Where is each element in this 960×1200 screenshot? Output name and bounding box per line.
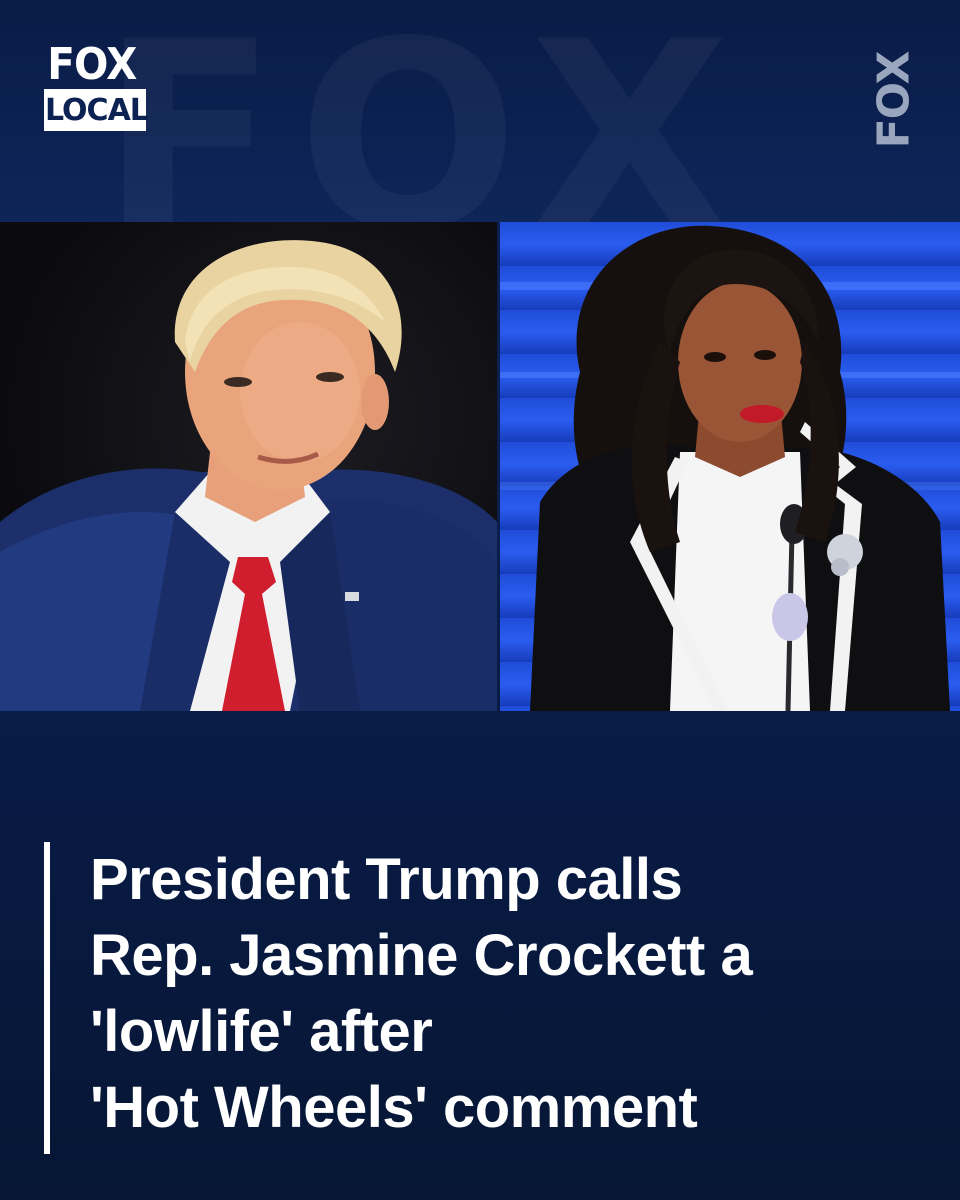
news-card: FOX FOX LOCAL FOX: [0, 0, 960, 1200]
headline-line-2: Rep. Jasmine Crockett a: [90, 923, 753, 988]
header-band: FOX FOX LOCAL FOX: [0, 0, 960, 222]
photo-right: [500, 222, 960, 711]
fox-watermark: FOX: [100, 8, 750, 222]
headline-accent-bar: [44, 842, 50, 1154]
headline-block: President Trump calls Rep. Jasmine Crock…: [44, 842, 924, 1157]
photo-left: [0, 222, 497, 711]
logo-fox-text: FOX: [47, 39, 137, 90]
fox-local-logo: FOX LOCAL: [44, 39, 149, 131]
headline-line-4: 'Hot Wheels' comment: [90, 1075, 698, 1140]
headline-line-1: President Trump calls: [90, 847, 683, 912]
fox-vertical-text: FOX: [868, 51, 920, 149]
portrait-man-illustration: [0, 240, 497, 711]
logo-local-text: LOCAL: [44, 89, 149, 131]
photo-strip: [0, 222, 960, 711]
headline-line-3: 'lowlife' after: [90, 999, 433, 1064]
fox-vertical-mark: FOX: [864, 48, 924, 152]
portrait-woman-illustration: [500, 225, 960, 711]
headline: President Trump calls Rep. Jasmine Crock…: [90, 842, 920, 1146]
